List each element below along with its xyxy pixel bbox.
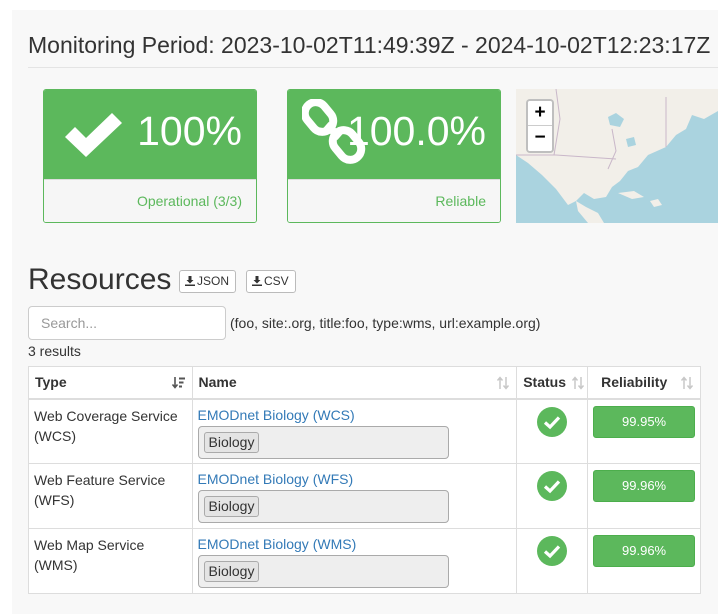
reliability-badge[interactable]: 99.96% — [593, 535, 695, 567]
status-ok-icon — [537, 536, 568, 566]
status-cell — [516, 463, 589, 529]
column-header-reliability[interactable]: Reliability — [587, 366, 701, 400]
operational-panel: 100% Operational (3/3) — [43, 89, 257, 223]
column-header-reliability-label: Reliability — [601, 374, 668, 391]
reliability-cell: 99.96% — [587, 463, 701, 529]
column-header-status-label: Status — [523, 374, 566, 391]
tag-badge[interactable]: Biology — [203, 431, 260, 453]
tag-container[interactable]: Biology — [197, 425, 449, 459]
resource-type: Web Coverage Service (WCS) — [34, 407, 178, 444]
search-hint: (foo, site:.org, title:foo, type:wms, ur… — [230, 315, 541, 331]
status-cell — [516, 528, 589, 594]
tag-badge[interactable]: Biology — [203, 561, 260, 582]
download-icon — [185, 276, 195, 286]
resource-type: Web Map Service (WMS) — [34, 537, 145, 573]
reliability-panel-footer[interactable]: Reliable — [288, 179, 500, 222]
sort-desc-icon — [171, 377, 185, 389]
results-count: 3 results — [28, 343, 81, 359]
resources-heading: Resources — [28, 263, 172, 296]
sort-both-icon — [497, 376, 510, 390]
column-header-name-label: Name — [198, 374, 237, 391]
monitoring-period: Monitoring Period: 2023-10-02T11:49:39Z … — [28, 32, 711, 58]
type-cell: Web Feature Service (WFS) — [28, 463, 193, 529]
page: Monitoring Period: 2023-10-02T11:49:39Z … — [12, 10, 718, 614]
download-csv-button[interactable]: CSV — [246, 270, 296, 293]
name-cell: EMODnet Biology (WMS) Biology — [191, 528, 518, 594]
reliability-panel: 100.0% Reliable — [287, 89, 501, 223]
sort-both-icon — [572, 376, 585, 390]
table-row: Web Coverage Service (WCS) EMODnet Biolo… — [28, 398, 701, 464]
reliability-footer-label: Reliable — [435, 193, 486, 209]
resource-name-link[interactable]: EMODnet Biology (WMS) — [198, 535, 512, 553]
search-input[interactable] — [28, 306, 226, 340]
column-header-status[interactable]: Status — [516, 366, 589, 400]
table-header-row: Type Name Status Reliability — [28, 366, 701, 400]
table-row: Web Feature Service (WFS) EMODnet Biolog… — [28, 463, 701, 529]
resources-table: Type Name Status Reliability Web Coverag… — [28, 366, 701, 594]
map-zoom-control: + − — [526, 99, 554, 153]
zoom-out-button[interactable]: − — [528, 126, 552, 151]
status-cell — [516, 398, 589, 464]
operational-panel-footer[interactable]: Operational (3/3) — [44, 179, 256, 222]
resource-name-link[interactable]: EMODnet Biology (WCS) — [198, 406, 512, 424]
tag-container[interactable]: Biology — [197, 490, 449, 523]
reliability-cell: 99.96% — [587, 528, 701, 594]
reliability-panel-heading: 100.0% — [288, 90, 500, 181]
download-json-label: JSON — [197, 274, 230, 288]
name-cell: EMODnet Biology (WFS) Biology — [191, 463, 518, 529]
column-header-type[interactable]: Type — [28, 366, 193, 400]
table-row: Web Map Service (WMS) EMODnet Biology (W… — [28, 528, 701, 594]
type-cell: Web Coverage Service (WCS) — [28, 398, 193, 464]
tag-container[interactable]: Biology — [197, 555, 449, 588]
tag-badge[interactable]: Biology — [203, 496, 260, 517]
operational-panel-heading: 100% — [44, 90, 256, 181]
column-header-name[interactable]: Name — [191, 366, 518, 400]
resource-type: Web Feature Service (WFS) — [34, 472, 166, 508]
zoom-in-button[interactable]: + — [528, 101, 552, 126]
status-ok-icon — [537, 406, 568, 437]
status-ok-icon — [537, 471, 568, 501]
download-csv-label: CSV — [264, 274, 289, 288]
column-header-type-label: Type — [35, 374, 67, 391]
reliability-cell: 99.95% — [587, 398, 701, 464]
check-icon — [65, 113, 122, 157]
reliability-value: 100.0% — [346, 108, 486, 154]
period-divider — [28, 67, 718, 68]
reliability-badge[interactable]: 99.95% — [593, 405, 695, 438]
resource-name-link[interactable]: EMODnet Biology (WFS) — [198, 470, 512, 488]
sort-both-icon — [680, 376, 694, 390]
map-view[interactable]: + − — [516, 89, 718, 223]
type-cell: Web Map Service (WMS) — [28, 528, 193, 594]
operational-footer-label: Operational (3/3) — [136, 193, 242, 209]
reliability-badge[interactable]: 99.96% — [593, 470, 695, 502]
operational-value: 100% — [137, 108, 242, 154]
download-icon — [252, 276, 262, 286]
download-json-button[interactable]: JSON — [179, 270, 237, 293]
name-cell: EMODnet Biology (WCS) Biology — [191, 398, 518, 464]
